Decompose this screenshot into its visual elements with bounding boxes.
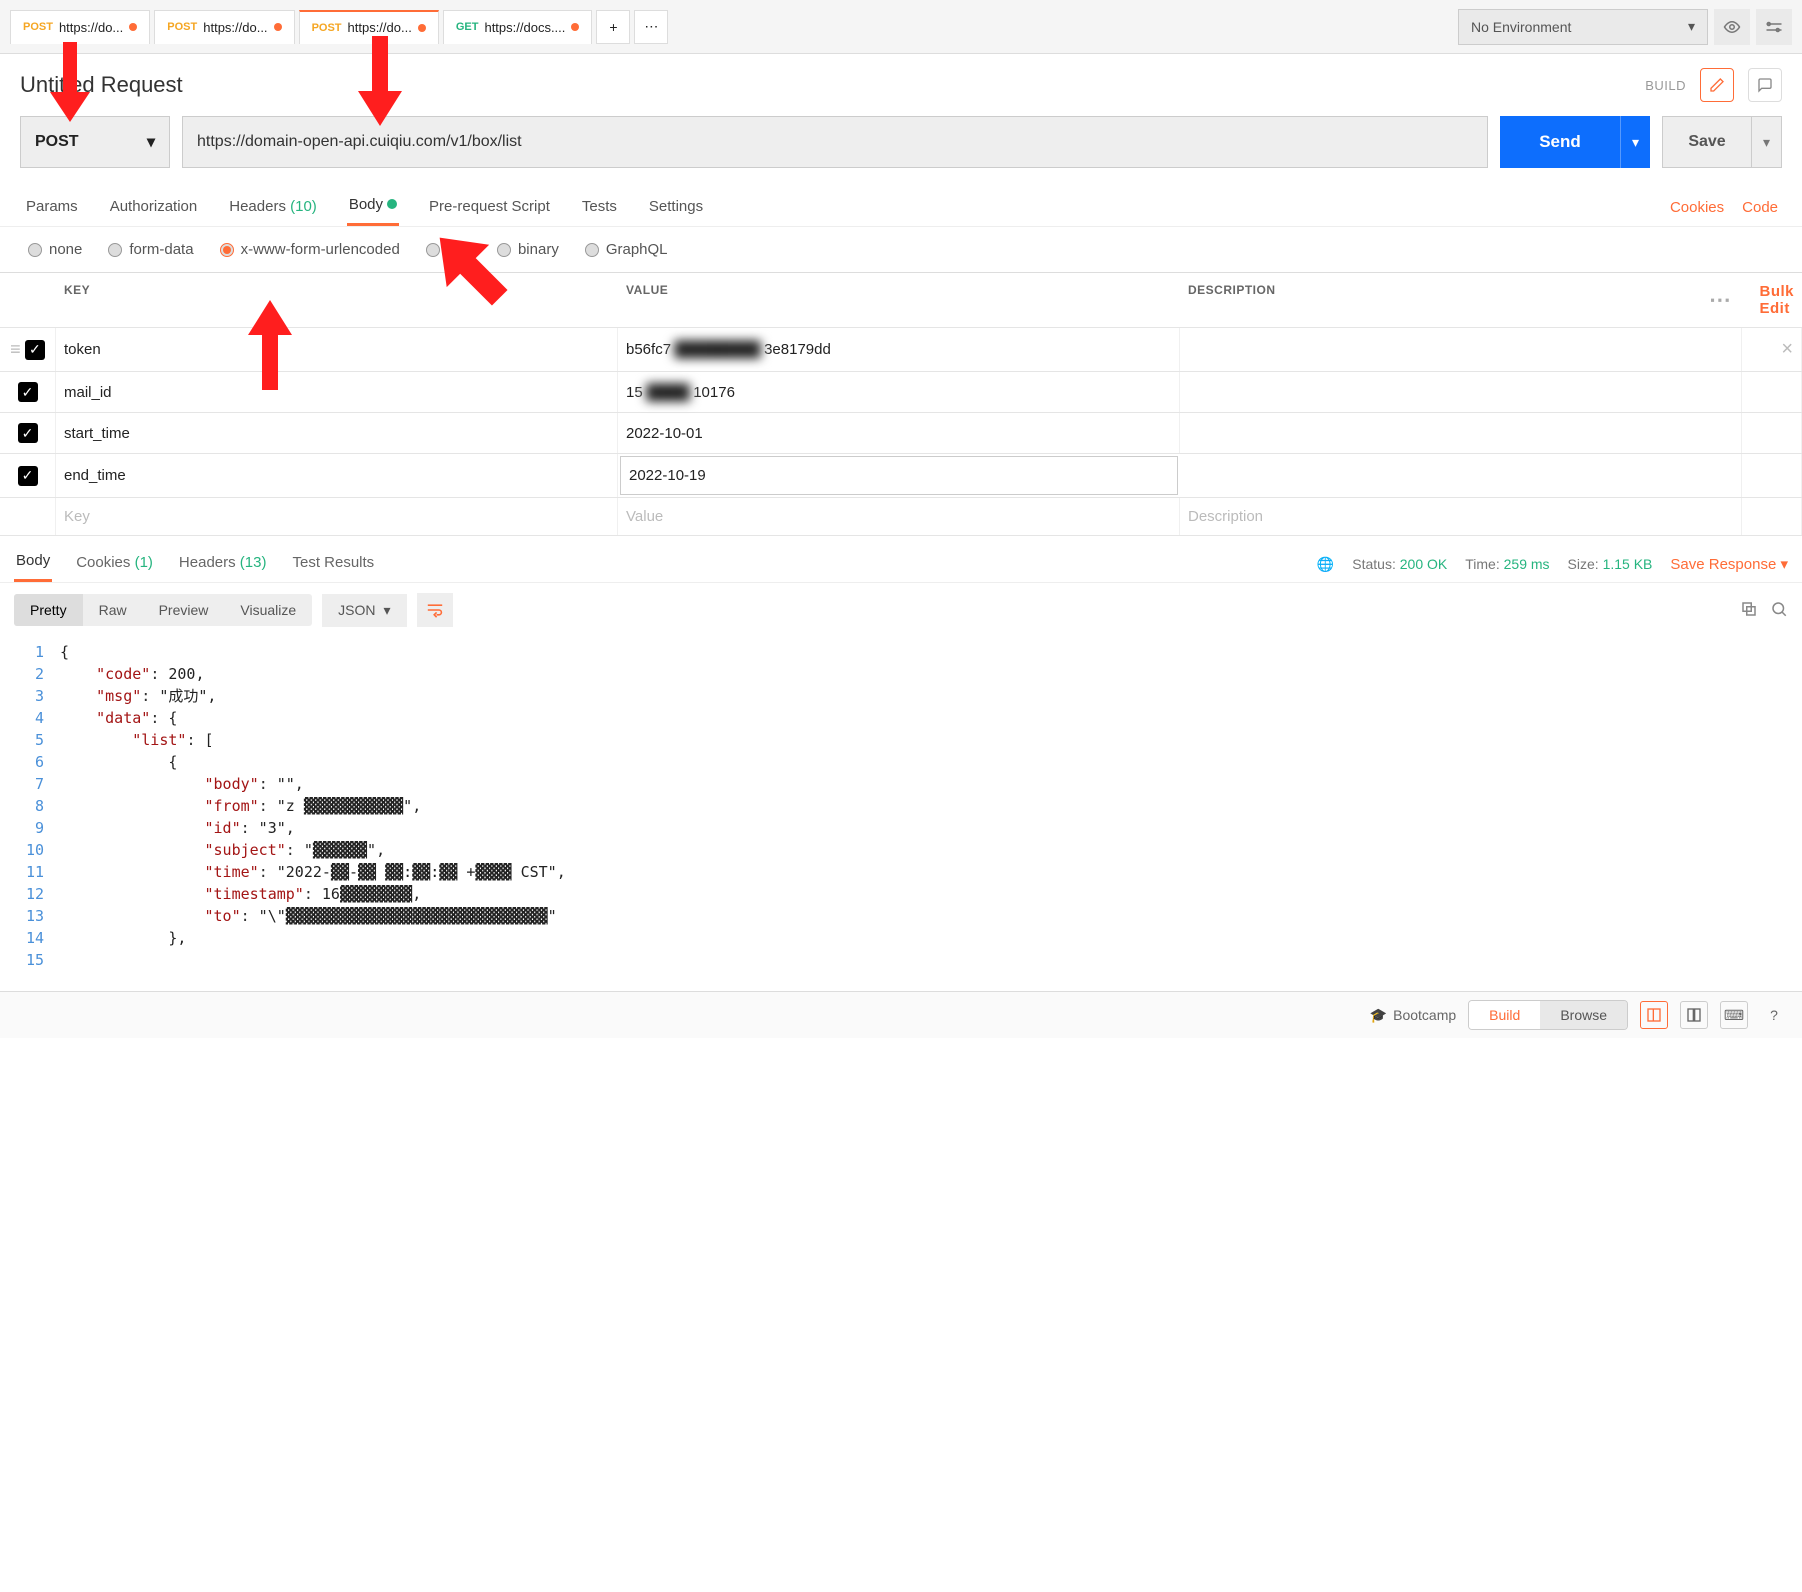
save-button[interactable]: Save xyxy=(1662,116,1752,168)
table-row[interactable]: ✓ start_time 2022-10-01 xyxy=(0,413,1802,454)
tab-body[interactable]: Body xyxy=(347,188,399,226)
network-icon[interactable]: 🌐 xyxy=(1317,556,1334,573)
chevron-down-icon: ▾ xyxy=(384,602,391,619)
checkbox-icon[interactable]: ✓ xyxy=(18,466,38,486)
view-preview[interactable]: Preview xyxy=(143,594,225,626)
body-type-binary[interactable]: binary xyxy=(497,241,559,258)
unsaved-dot-icon xyxy=(571,23,579,31)
more-icon[interactable]: ⋯ xyxy=(1709,287,1732,313)
tab-overflow-button[interactable]: ⋯ xyxy=(634,10,668,44)
table-row-new[interactable]: Key Value Description xyxy=(0,498,1802,536)
search-icon[interactable] xyxy=(1770,600,1788,621)
checkbox-icon[interactable]: ✓ xyxy=(18,382,38,402)
resp-tab-body[interactable]: Body xyxy=(14,546,52,582)
format-select[interactable]: JSON▾ xyxy=(322,594,406,627)
tab-request-1[interactable]: POSThttps://do... xyxy=(154,10,294,44)
modified-dot-icon xyxy=(387,199,397,209)
body-type-graphql[interactable]: GraphQL xyxy=(585,241,668,258)
table-row[interactable]: ✓ mail_id 15████10176 xyxy=(0,372,1802,413)
cookies-link[interactable]: Cookies xyxy=(1670,199,1724,216)
save-response-button[interactable]: Save Response ▾ xyxy=(1670,555,1788,573)
method-select[interactable]: POST▾ xyxy=(20,116,170,168)
help-icon[interactable]: ? xyxy=(1760,1001,1788,1029)
request-title[interactable]: Untitled Request xyxy=(20,72,183,98)
edit-icon[interactable] xyxy=(1700,68,1734,102)
body-type-formdata[interactable]: form-data xyxy=(108,241,193,258)
comment-icon[interactable] xyxy=(1748,68,1782,102)
tab-authorization[interactable]: Authorization xyxy=(108,190,200,225)
tab-settings[interactable]: Settings xyxy=(647,190,705,225)
view-pretty[interactable]: Pretty xyxy=(14,594,83,626)
url-input[interactable] xyxy=(182,116,1488,168)
bulk-edit-link[interactable]: Bulk Edit xyxy=(1759,283,1794,317)
unsaved-dot-icon xyxy=(418,24,426,32)
view-visualize[interactable]: Visualize xyxy=(224,594,312,626)
tab-request-0[interactable]: POSThttps://do... xyxy=(10,10,150,44)
top-tab-bar: POSThttps://do... POSThttps://do... POST… xyxy=(0,0,1802,54)
body-type-raw[interactable]: raw xyxy=(426,241,471,258)
tab-request-3[interactable]: GEThttps://docs.... xyxy=(443,10,593,44)
table-row[interactable]: ≡ ✓ token b56fc7████████3e8179dd × xyxy=(0,328,1802,372)
environment-quicklook-icon[interactable] xyxy=(1714,9,1750,45)
code-link[interactable]: Code xyxy=(1742,199,1778,216)
settings-icon[interactable] xyxy=(1756,9,1792,45)
resp-tab-testresults[interactable]: Test Results xyxy=(290,548,376,581)
tab-prerequest[interactable]: Pre-request Script xyxy=(427,190,552,225)
new-tab-button[interactable]: + xyxy=(596,10,630,44)
tab-headers[interactable]: Headers (10) xyxy=(227,190,319,225)
delete-row-icon[interactable]: × xyxy=(1781,338,1793,361)
copy-icon[interactable] xyxy=(1740,600,1758,621)
graduation-icon: 🎓 xyxy=(1370,1007,1387,1024)
unsaved-dot-icon xyxy=(274,23,282,31)
table-row[interactable]: ✓ end_time 2022-10-19 xyxy=(0,454,1802,498)
tab-tests[interactable]: Tests xyxy=(580,190,619,225)
checkbox-icon[interactable]: ✓ xyxy=(25,340,45,360)
sidebar-toggle-icon[interactable] xyxy=(1640,1001,1668,1029)
checkbox-icon[interactable]: ✓ xyxy=(18,423,38,443)
resp-tab-headers[interactable]: Headers (13) xyxy=(177,548,269,581)
two-pane-icon[interactable] xyxy=(1680,1001,1708,1029)
mode-browse[interactable]: Browse xyxy=(1540,1001,1627,1029)
save-options-button[interactable]: ▾ xyxy=(1752,116,1782,168)
body-type-xwww[interactable]: x-www-form-urlencoded xyxy=(220,241,400,258)
view-raw[interactable]: Raw xyxy=(83,594,143,626)
line-wrap-icon[interactable] xyxy=(417,593,453,627)
tab-request-2[interactable]: POSThttps://do... xyxy=(299,10,439,44)
kv-head-key: KEY xyxy=(56,273,618,327)
tab-params[interactable]: Params xyxy=(24,190,80,225)
send-button[interactable]: Send xyxy=(1500,116,1620,168)
build-badge: BUILD xyxy=(1645,78,1686,93)
chevron-down-icon: ▾ xyxy=(1688,18,1695,35)
kv-table: KEY VALUE DESCRIPTION ⋯ Bulk Edit ≡ ✓ to… xyxy=(0,272,1802,536)
environment-select[interactable]: No Environment▾ xyxy=(1458,9,1708,45)
kv-head-value: VALUE xyxy=(618,273,1180,327)
kv-head-desc: DESCRIPTION xyxy=(1180,273,1742,327)
resp-tab-cookies[interactable]: Cookies (1) xyxy=(74,548,155,581)
response-body[interactable]: 123456789101112131415 { "code": 200, "ms… xyxy=(0,637,1802,991)
keyboard-icon[interactable]: ⌨ xyxy=(1720,1001,1748,1029)
mode-build[interactable]: Build xyxy=(1469,1001,1540,1029)
body-type-none[interactable]: none xyxy=(28,241,82,258)
send-options-button[interactable]: ▾ xyxy=(1620,116,1650,168)
bootcamp-link[interactable]: 🎓Bootcamp xyxy=(1370,1007,1456,1024)
unsaved-dot-icon xyxy=(129,23,137,31)
chevron-down-icon: ▾ xyxy=(147,132,155,152)
drag-handle-icon[interactable]: ≡ xyxy=(10,339,21,360)
